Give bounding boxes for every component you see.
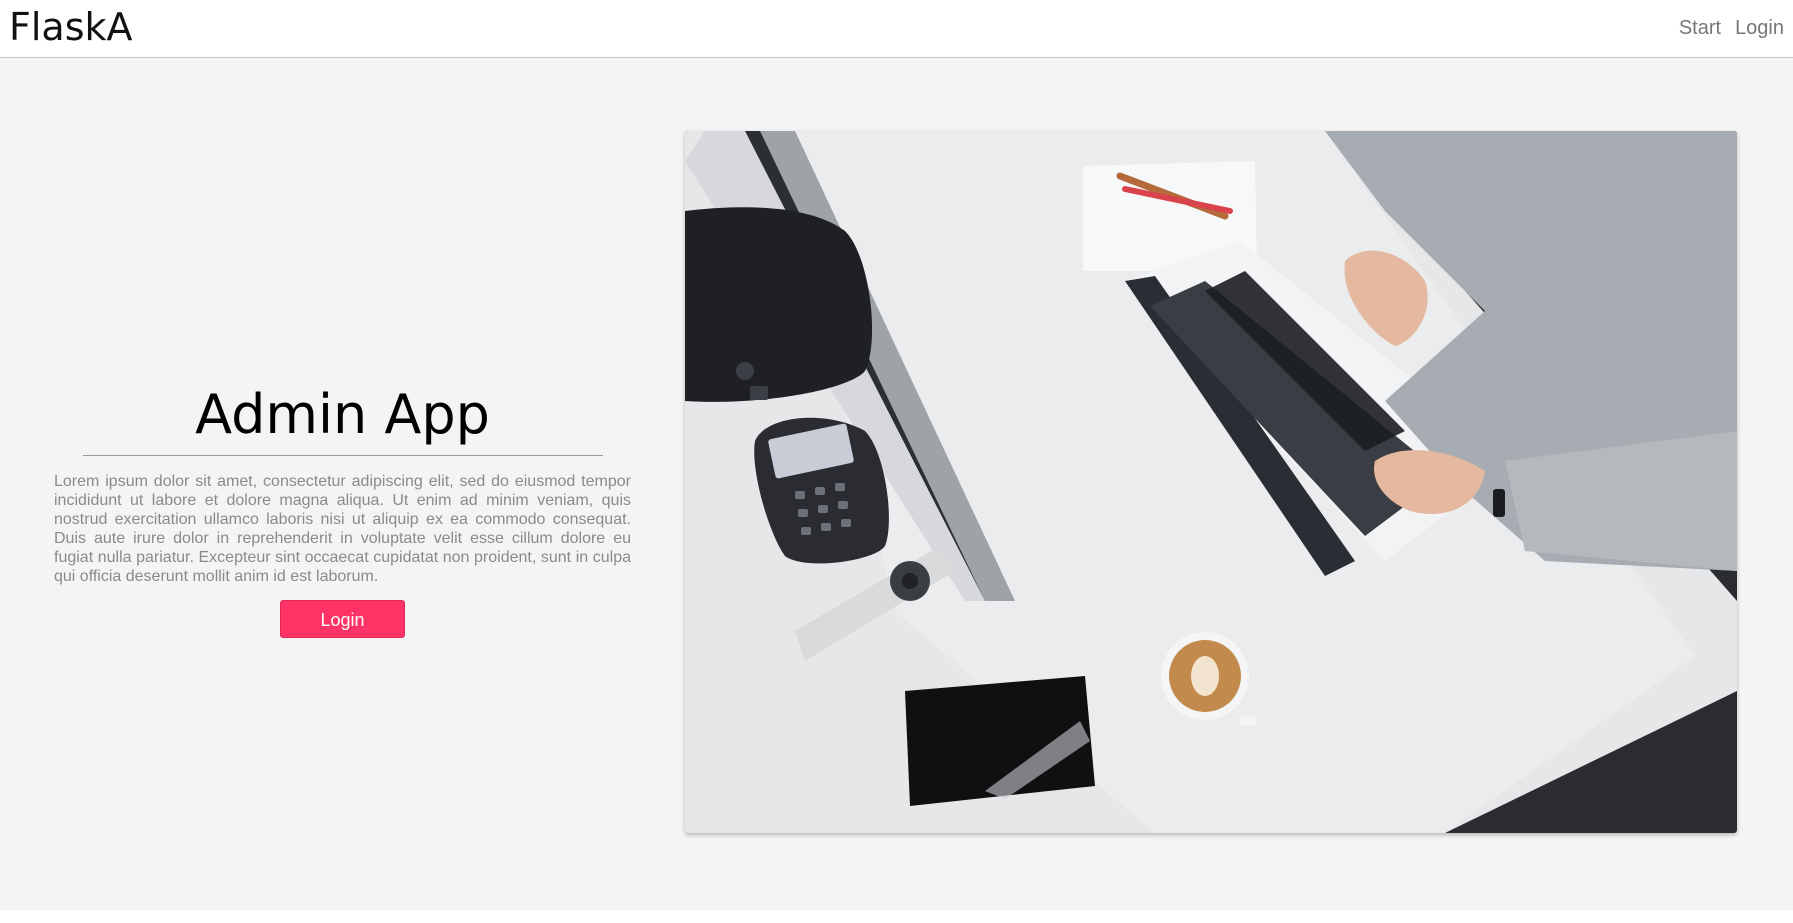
nav-link-login[interactable]: Login xyxy=(1735,17,1784,40)
hero-image xyxy=(685,131,1737,833)
page-bottom-edge xyxy=(0,910,1793,923)
hero-section: Admin App Lorem ipsum dolor sit amet, co… xyxy=(54,380,631,638)
office-desk-photo xyxy=(685,131,1737,833)
brand-logo[interactable]: FlaskA xyxy=(9,5,133,49)
login-button[interactable]: Login xyxy=(280,600,405,638)
hero-title: Admin App xyxy=(195,383,490,446)
top-navbar: FlaskA Start Login xyxy=(0,0,1793,58)
hero-divider xyxy=(82,455,603,456)
nav-links: Start Login xyxy=(1679,17,1784,40)
nav-link-start[interactable]: Start xyxy=(1679,17,1721,40)
hero-description: Lorem ipsum dolor sit amet, consectetur … xyxy=(54,473,631,585)
